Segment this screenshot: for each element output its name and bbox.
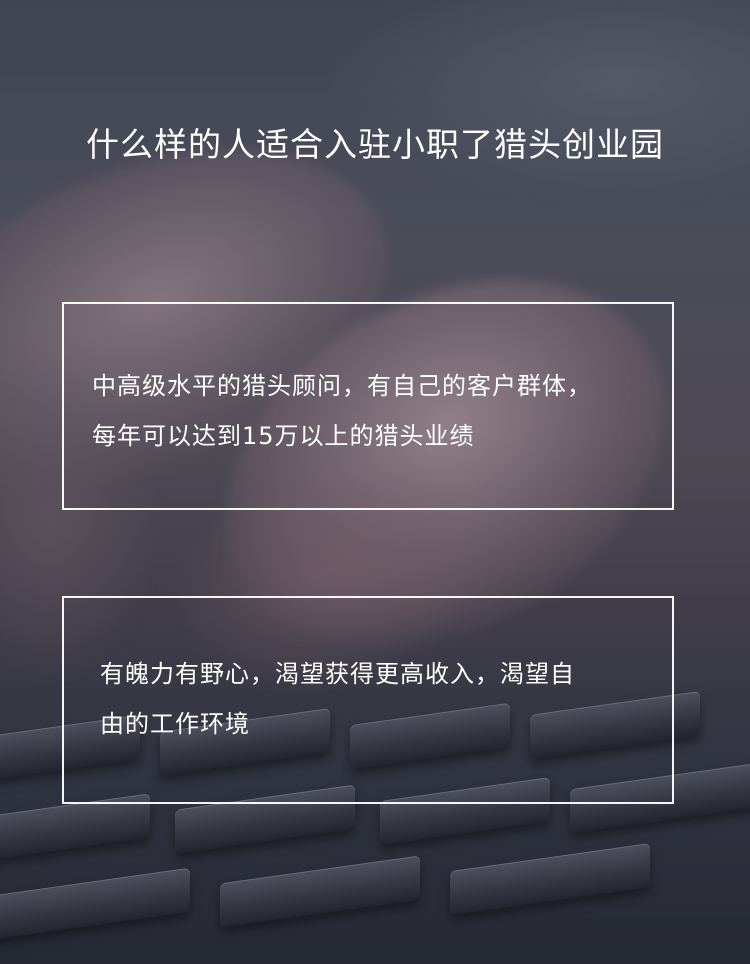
- card-text-line: 每年可以达到15万以上的猎头业绩: [92, 422, 475, 450]
- card-text-line: 有魄力有野心，渴望获得更高收入，渴望自: [100, 660, 575, 688]
- info-card-experienced-consultant: 中高级水平的猎头顾问，有自己的客户群体， 每年可以达到15万以上的猎头业绩: [62, 302, 674, 510]
- info-card-ambitious: 有魄力有野心，渴望获得更高收入，渴望自 由的工作环境: [62, 596, 674, 804]
- card-text-line: 中高级水平的猎头顾问，有自己的客户群体，: [92, 372, 592, 400]
- card-text: 中高级水平的猎头顾问，有自己的客户群体， 每年可以达到15万以上的猎头业绩: [92, 361, 654, 461]
- page-title: 什么样的人适合入驻小职了猎头创业园: [86, 125, 664, 164]
- card-text-line: 由的工作环境: [100, 710, 250, 738]
- card-text: 有魄力有野心，渴望获得更高收入，渴望自 由的工作环境: [100, 649, 650, 749]
